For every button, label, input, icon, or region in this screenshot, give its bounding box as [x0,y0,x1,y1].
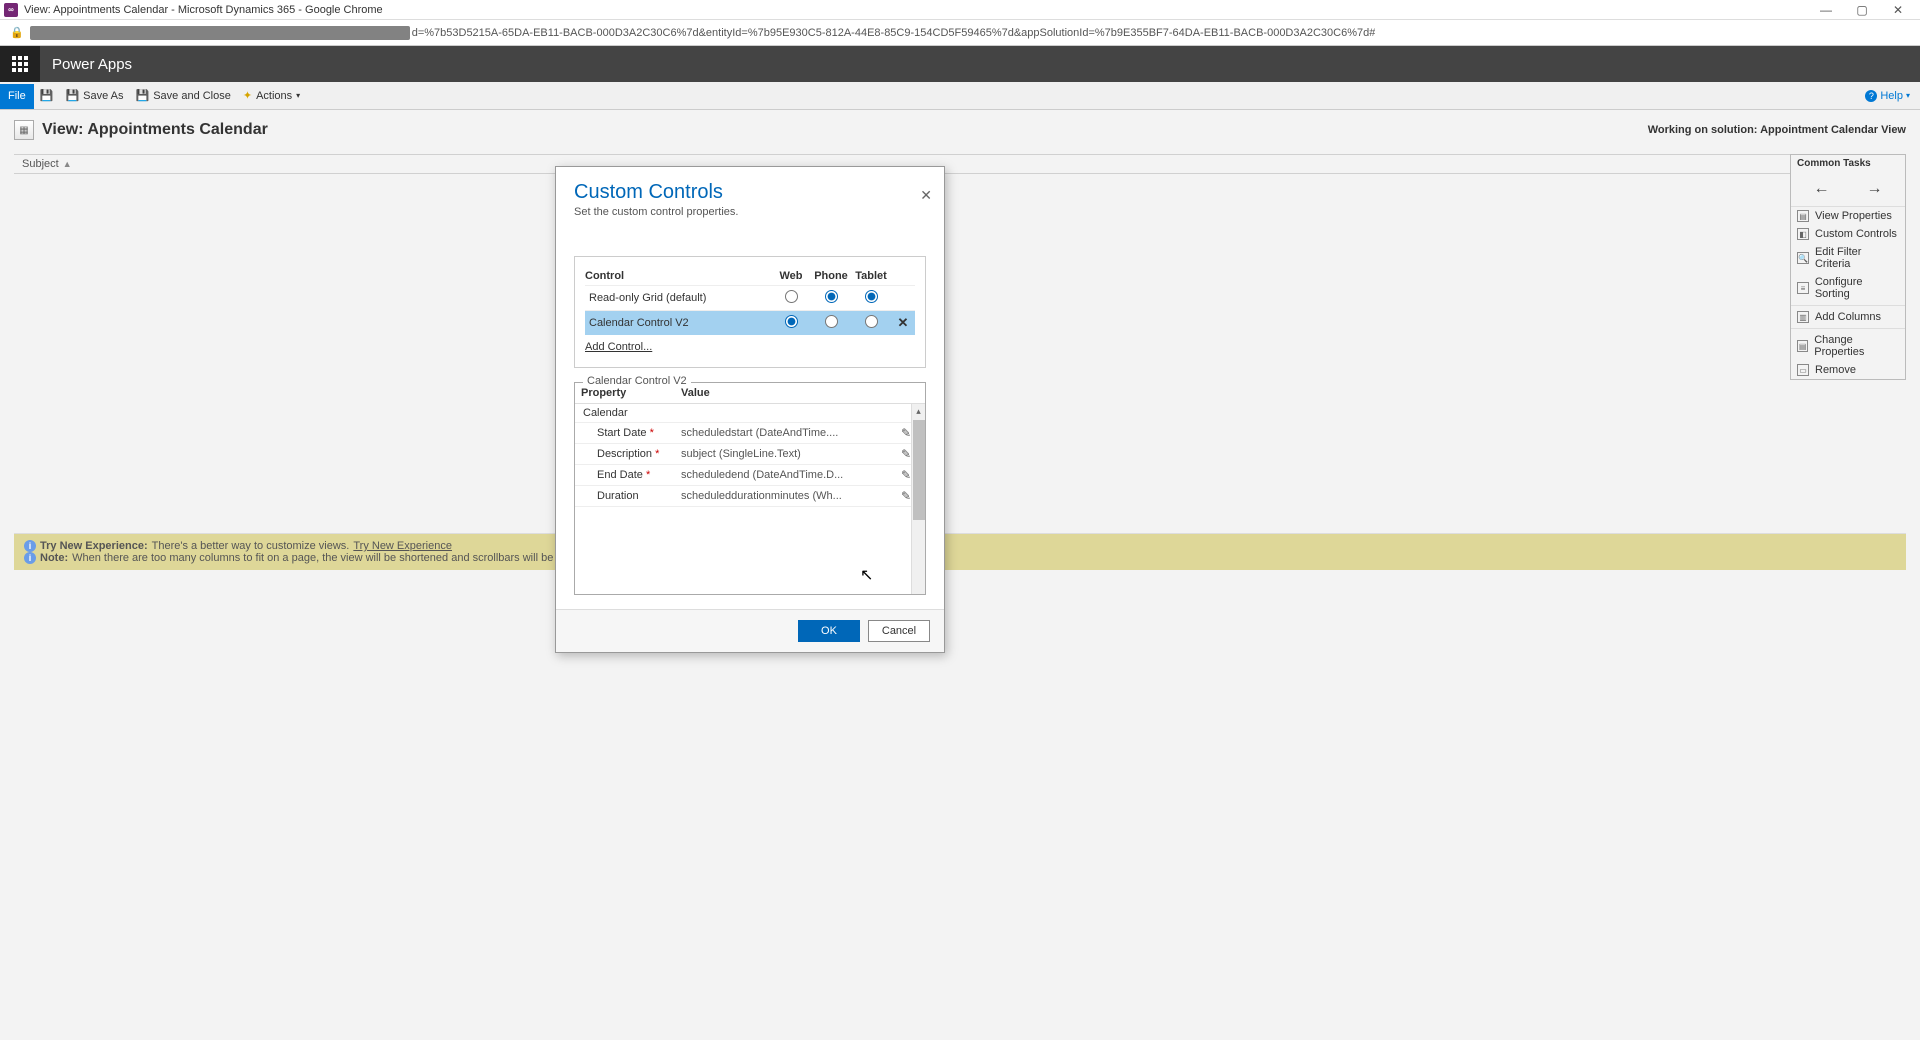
th-tablet: Tablet [851,270,891,282]
prop-value: subject (SingleLine.Text) [681,448,901,460]
prop-name: End Date [597,469,643,481]
scroll-up-icon[interactable]: ▴ [912,404,925,418]
prop-group-calendar: Calendar [575,404,925,423]
prop-row-description: Description * subject (SingleLine.Text) … [575,444,925,465]
edit-icon[interactable]: ✎ [901,489,911,503]
modal-overlay: Custom Controls Set the custom control p… [0,0,1920,1040]
prop-value: scheduledend (DateAndTime.D... [681,469,901,481]
prop-row-duration: Duration scheduleddurationminutes (Wh...… [575,486,925,507]
ok-button[interactable]: OK [798,620,860,642]
th-property: Property [581,387,681,399]
edit-icon[interactable]: ✎ [901,468,911,482]
controls-list: Control Web Phone Tablet Read-only Grid … [574,256,926,368]
edit-icon[interactable]: ✎ [901,447,911,461]
control-name: Calendar Control V2 [585,317,771,329]
fieldset-legend: Calendar Control V2 [583,375,691,387]
th-web: Web [771,270,811,282]
radio-tablet-calendar[interactable] [865,315,878,328]
group-label: Calendar [581,407,681,419]
required-icon: * [650,427,654,439]
radio-phone-readonly[interactable] [825,290,838,303]
radio-tablet-readonly[interactable] [865,290,878,303]
th-control: Control [585,270,771,282]
control-row-readonly-grid[interactable]: Read-only Grid (default) [585,285,915,310]
prop-value: scheduledstart (DateAndTime.... [681,427,901,439]
cancel-button[interactable]: Cancel [868,620,930,642]
radio-web-readonly[interactable] [785,290,798,303]
add-control-link[interactable]: Add Control... [585,341,652,353]
control-row-calendar-v2[interactable]: Calendar Control V2 ✕ [585,310,915,335]
dialog-title: Custom Controls [574,181,926,204]
edit-icon[interactable]: ✎ [901,426,911,440]
prop-row-end-date: End Date * scheduledend (DateAndTime.D..… [575,465,925,486]
th-value: Value [681,387,901,399]
radio-phone-calendar[interactable] [825,315,838,328]
required-icon: * [655,448,659,460]
prop-name: Duration [597,490,639,502]
remove-control-button[interactable]: ✕ [891,315,915,331]
control-name: Read-only Grid (default) [585,292,771,304]
custom-controls-dialog: Custom Controls Set the custom control p… [555,166,945,653]
prop-name: Description [597,448,652,460]
scrollbar-vertical[interactable]: ▴ [911,404,925,594]
prop-value: scheduleddurationminutes (Wh... [681,490,901,502]
th-phone: Phone [811,270,851,282]
dialog-subtitle: Set the custom control properties. [574,206,926,218]
scroll-thumb[interactable] [913,420,925,520]
prop-row-start-date: Start Date * scheduledstart (DateAndTime… [575,423,925,444]
prop-name: Start Date [597,427,647,439]
control-properties-fieldset: Calendar Control V2 Property Value Calen… [574,382,926,595]
dialog-footer: OK Cancel [556,609,944,652]
radio-web-calendar[interactable] [785,315,798,328]
dialog-close-button[interactable]: ✕ [920,187,932,204]
required-icon: * [646,469,650,481]
